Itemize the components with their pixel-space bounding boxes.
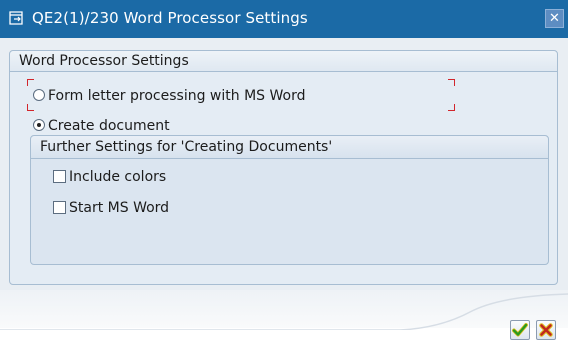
focus-corner	[27, 79, 34, 86]
further-settings-group: Further Settings for 'Creating Documents…	[30, 135, 549, 265]
close-icon: ✕	[549, 11, 560, 26]
dialog-footer	[0, 290, 568, 356]
subgroup-title: Further Settings for 'Creating Documents…	[31, 136, 548, 159]
checkbox[interactable]	[53, 201, 66, 214]
confirm-button[interactable]	[510, 320, 530, 340]
checkbox[interactable]	[53, 170, 66, 183]
checkbox-label: Start MS Word	[69, 200, 170, 216]
window-dialog-icon	[9, 11, 23, 25]
checkmark-icon	[512, 323, 528, 337]
checkbox-label: Include colors	[69, 169, 167, 185]
radio-label: Create document	[48, 118, 170, 134]
radio-button[interactable]	[33, 119, 45, 131]
focus-corner	[448, 104, 455, 111]
checkbox-start-ms-word[interactable]: Start MS Word	[53, 200, 169, 220]
window-title: QE2(1)/230 Word Processor Settings	[32, 9, 308, 27]
close-button[interactable]: ✕	[545, 9, 564, 28]
radio-form-letter[interactable]: Form letter processing with MS Word	[33, 88, 305, 108]
cancel-button[interactable]	[536, 320, 556, 340]
checkbox-include-colors[interactable]: Include colors	[53, 169, 166, 189]
word-processor-settings-group: Word Processor Settings Form letter proc…	[9, 50, 558, 285]
group-title: Word Processor Settings	[10, 51, 557, 72]
title-bar: QE2(1)/230 Word Processor Settings ✕	[0, 0, 568, 38]
radio-button[interactable]	[33, 89, 45, 101]
cancel-x-icon	[539, 323, 553, 337]
radio-dot	[37, 123, 41, 127]
footer-swoosh	[0, 293, 568, 330]
dialog-content: Word Processor Settings Form letter proc…	[0, 38, 568, 290]
radio-label: Form letter processing with MS Word	[48, 88, 306, 104]
focus-corner	[448, 79, 455, 86]
